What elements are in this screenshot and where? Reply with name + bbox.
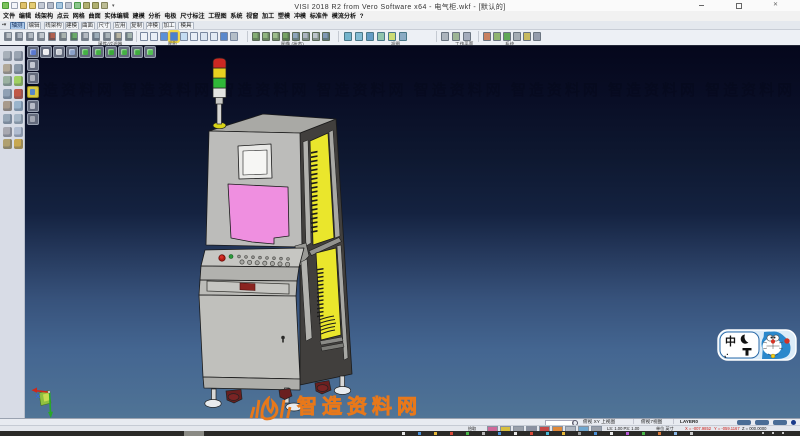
svg-text:,·: ,· xyxy=(724,350,729,359)
svg-text:中: 中 xyxy=(725,334,736,348)
